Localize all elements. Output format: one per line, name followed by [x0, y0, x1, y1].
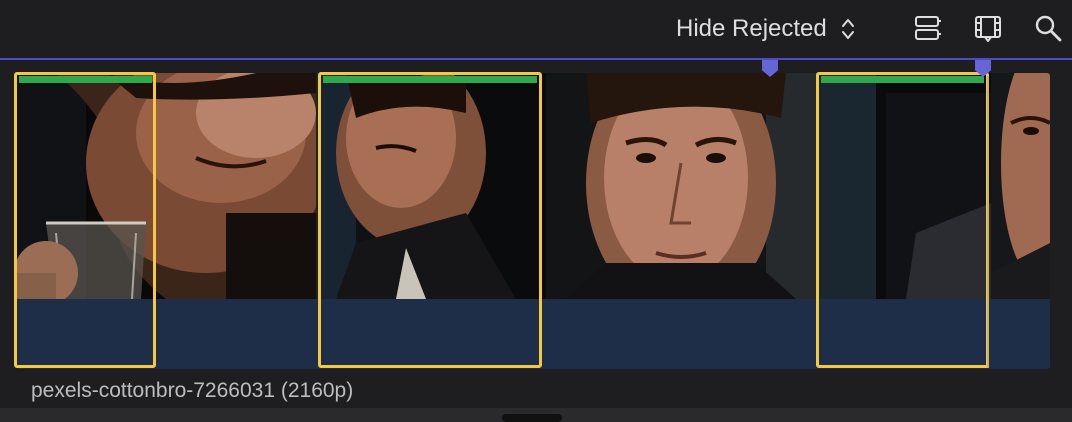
skimmer-playhead[interactable]	[987, 76, 989, 368]
selected-range[interactable]	[318, 72, 542, 368]
thumbnail-frame	[991, 73, 1050, 299]
search-icon[interactable]	[1033, 13, 1063, 43]
selected-range[interactable]	[816, 72, 989, 368]
scroll-thumb[interactable]	[502, 414, 562, 422]
browser-toolbar: Hide Rejected	[0, 0, 1072, 60]
sort-chevrons-icon	[841, 19, 854, 39]
selected-range[interactable]	[14, 72, 156, 368]
filter-label: Hide Rejected	[676, 15, 827, 42]
filmstrip-icon[interactable]	[973, 13, 1003, 43]
clip-appearance-icon[interactable]	[913, 13, 943, 43]
clip-name: pexels-cottonbro-7266031 (2160p)	[31, 379, 354, 402]
filter-popup[interactable]: Hide Rejected	[676, 12, 855, 46]
thumbnail-frame	[546, 73, 816, 299]
